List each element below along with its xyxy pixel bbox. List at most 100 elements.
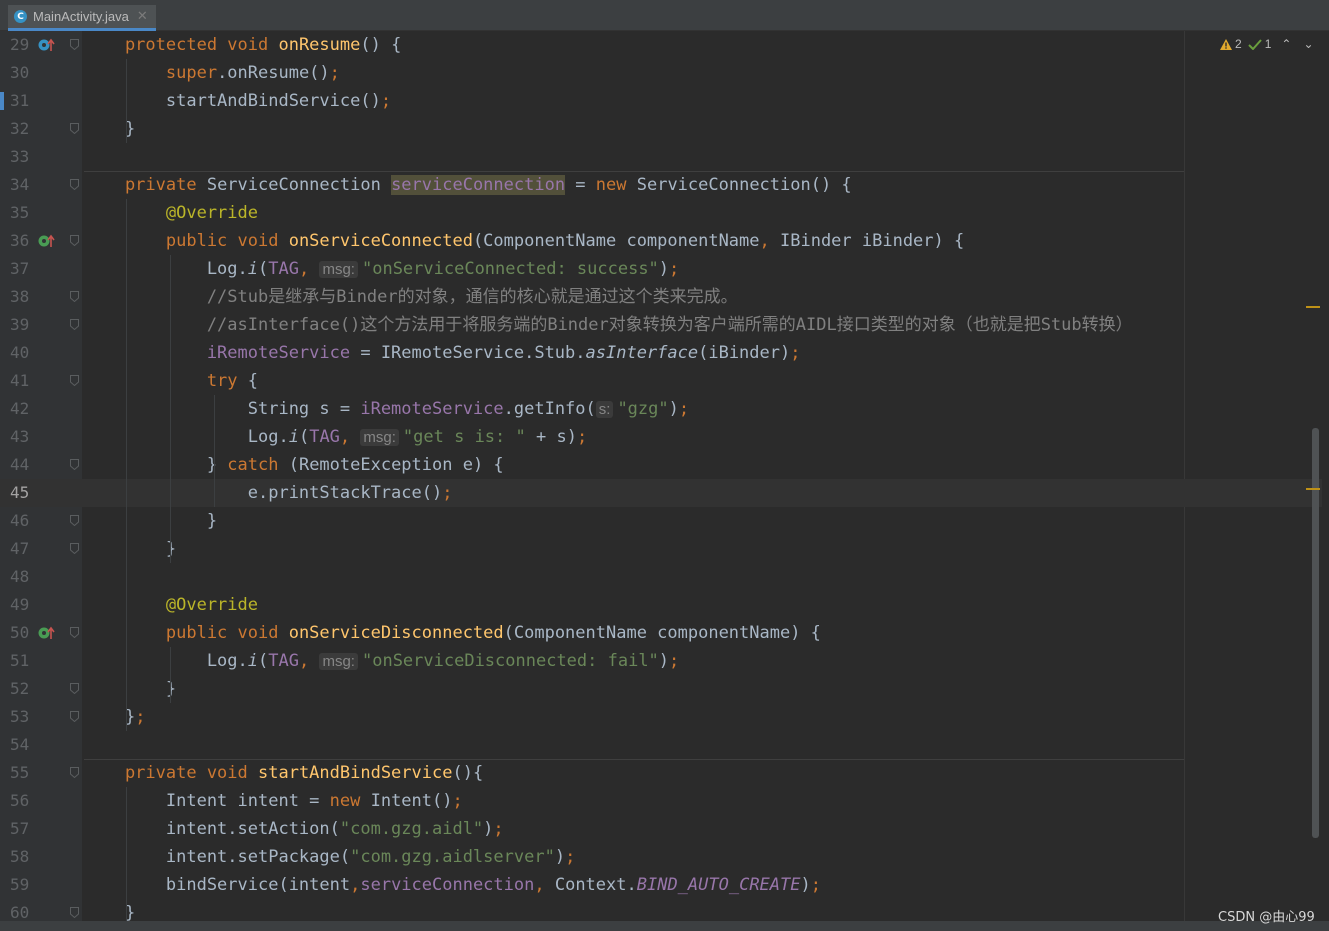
code-line[interactable]: 57 intent.setAction("com.gzg.aidl"); — [0, 815, 1322, 843]
line-number: 46 — [10, 511, 30, 530]
fold-marker-icon[interactable] — [70, 123, 79, 134]
fold-marker-icon[interactable] — [70, 179, 79, 190]
method-separator — [84, 171, 1184, 172]
code-line[interactable]: 48 — [0, 563, 1322, 591]
code-text: private ServiceConnection serviceConnect… — [84, 175, 852, 195]
line-number: 44 — [10, 455, 30, 474]
close-icon[interactable]: ✕ — [137, 9, 148, 24]
fold-marker-icon[interactable] — [70, 515, 79, 526]
warning-stripe-marker[interactable] — [1306, 488, 1320, 490]
fold-marker-icon[interactable] — [70, 683, 79, 694]
fold-marker-icon[interactable] — [70, 907, 79, 918]
line-number: 33 — [10, 147, 30, 166]
code-line[interactable]: 43 Log.i(TAG, msg: "get s is: " + s); — [0, 423, 1322, 451]
line-number: 48 — [10, 567, 30, 586]
line-number: 36 — [10, 231, 30, 250]
fold-marker-icon[interactable] — [70, 767, 79, 778]
code-text: bindService(intent,serviceConnection, Co… — [84, 875, 821, 895]
chevron-up-icon[interactable]: ⌃ — [1281, 37, 1291, 51]
tab-title: MainActivity.java — [33, 9, 129, 24]
code-editor[interactable]: 29 protected void onResume() {30 super.o… — [0, 31, 1322, 923]
code-line[interactable]: 35 @Override — [0, 199, 1322, 227]
watermark: CSDN @由心99 — [1218, 910, 1315, 925]
code-line[interactable]: 38 //Stub是继承与Binder的对象，通信的核心就是通过这个类来完成。 — [0, 283, 1322, 311]
code-line[interactable]: 46 } — [0, 507, 1322, 535]
code-line[interactable]: 51 Log.i(TAG, msg: "onServiceDisconnected… — [0, 647, 1322, 675]
code-text: Log.i(TAG, msg: "onServiceDisconnected: f… — [84, 651, 680, 671]
code-line[interactable]: 34 private ServiceConnection serviceConn… — [0, 171, 1322, 199]
code-line[interactable]: 29 protected void onResume() { — [0, 31, 1322, 59]
line-number: 37 — [10, 259, 30, 278]
tab-main-activity[interactable]: C MainActivity.java ✕ — [8, 5, 156, 31]
parameter-hint: msg: — [360, 429, 399, 446]
implement-method-icon[interactable] — [38, 234, 56, 248]
fold-marker-icon[interactable] — [70, 543, 79, 554]
code-text: startAndBindService(); — [84, 91, 392, 111]
code-line[interactable]: 33 — [0, 143, 1322, 171]
line-number: 38 — [10, 287, 30, 306]
line-number: 52 — [10, 679, 30, 698]
fold-marker-icon[interactable] — [70, 627, 79, 638]
line-number: 35 — [10, 203, 30, 222]
fold-marker-icon[interactable] — [70, 39, 79, 50]
code-text: Log.i(TAG, msg: "get s is: " + s); — [84, 427, 588, 447]
fold-marker-icon[interactable] — [70, 235, 79, 246]
line-number: 42 — [10, 399, 30, 418]
code-line[interactable]: 31 startAndBindService(); — [0, 87, 1322, 115]
method-separator — [84, 759, 1184, 760]
fold-marker-icon[interactable] — [70, 459, 79, 470]
code-text: public void onServiceDisconnected(Compon… — [84, 623, 821, 643]
line-number: 58 — [10, 847, 30, 866]
chevron-down-icon[interactable]: ⌄ — [1303, 37, 1313, 51]
code-text: protected void onResume() { — [84, 35, 402, 55]
code-line[interactable]: 45 e.printStackTrace(); — [0, 479, 1322, 507]
code-line[interactable]: 41 try { — [0, 367, 1322, 395]
code-text: intent.setPackage("com.gzg.aidlserver"); — [84, 847, 576, 867]
code-line[interactable]: 59 bindService(intent,serviceConnection,… — [0, 871, 1322, 899]
code-line[interactable]: 32 } — [0, 115, 1322, 143]
code-line[interactable]: 53 }; — [0, 703, 1322, 731]
code-line[interactable]: 39 //asInterface()这个方法用于将服务端的Binder对象转换为… — [0, 311, 1322, 339]
code-line[interactable]: 52 } — [0, 675, 1322, 703]
code-line[interactable]: 40 iRemoteService = IRemoteService.Stub.… — [0, 339, 1322, 367]
code-line[interactable]: 42 String s = iRemoteService.getInfo(s: "… — [0, 395, 1322, 423]
code-text: String s = iRemoteService.getInfo(s: "gzg… — [84, 399, 690, 419]
line-number: 55 — [10, 763, 30, 782]
indent-guide — [126, 199, 127, 731]
fold-marker-icon[interactable] — [70, 711, 79, 722]
java-class-icon: C — [14, 10, 27, 23]
line-number: 30 — [10, 63, 30, 82]
override-method-icon[interactable] — [38, 38, 56, 52]
code-line[interactable]: 30 super.onResume(); — [0, 59, 1322, 87]
indent-guide — [126, 59, 127, 143]
code-line[interactable]: 58 intent.setPackage("com.gzg.aidlserver… — [0, 843, 1322, 871]
fold-marker-icon[interactable] — [70, 319, 79, 330]
code-text: } catch (RemoteException e) { — [84, 455, 504, 475]
line-number: 39 — [10, 315, 30, 334]
code-text: public void onServiceConnected(Component… — [84, 231, 965, 251]
code-text: } — [84, 539, 177, 559]
code-text: Log.i(TAG, msg: "onServiceConnected: succ… — [84, 259, 680, 279]
implement-method-icon[interactable] — [38, 626, 56, 640]
parameter-hint: msg: — [319, 261, 358, 278]
code-line[interactable]: 47 } — [0, 535, 1322, 563]
fold-marker-icon[interactable] — [70, 291, 79, 302]
fold-marker-icon[interactable] — [70, 375, 79, 386]
inspection-widget[interactable]: 2 1 ⌃ ⌄ — [1220, 37, 1314, 51]
warning-stripe-marker[interactable] — [1306, 306, 1320, 308]
code-line[interactable]: 54 — [0, 731, 1322, 759]
indent-guide — [214, 395, 215, 507]
code-line[interactable]: 49 @Override — [0, 591, 1322, 619]
code-text: @Override — [84, 595, 258, 615]
warning-count: 2 — [1235, 37, 1242, 51]
code-line[interactable]: 44 } catch (RemoteException e) { — [0, 451, 1322, 479]
code-line[interactable]: 50 public void onServiceDisconnected(Com… — [0, 619, 1322, 647]
line-number: 31 — [10, 91, 30, 110]
code-line[interactable]: 37 Log.i(TAG, msg: "onServiceConnected: s… — [0, 255, 1322, 283]
code-line[interactable]: 56 Intent intent = new Intent(); — [0, 787, 1322, 815]
code-line[interactable]: 36 public void onServiceConnected(Compon… — [0, 227, 1322, 255]
code-text: //Stub是继承与Binder的对象，通信的核心就是通过这个类来完成。 — [84, 287, 738, 307]
line-number: 40 — [10, 343, 30, 362]
line-number: 43 — [10, 427, 30, 446]
code-line[interactable]: 55 private void startAndBindService(){ — [0, 759, 1322, 787]
